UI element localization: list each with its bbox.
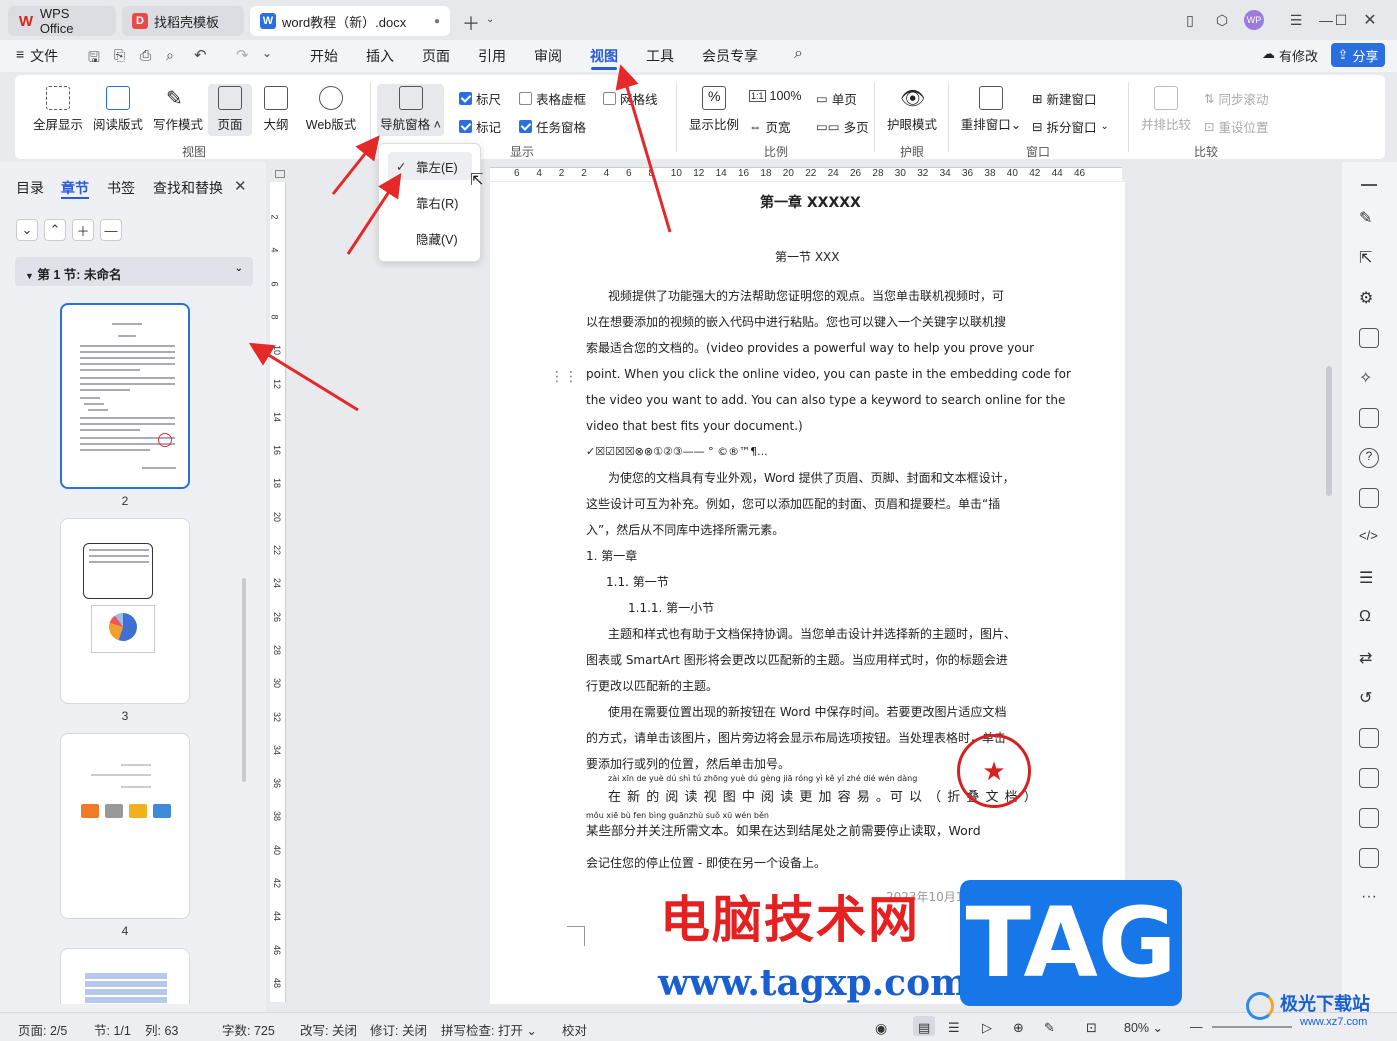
page-view-status-icon[interactable]: ▤	[918, 1020, 930, 1036]
status-column[interactable]: 列: 63	[145, 1020, 178, 1039]
more-icon[interactable]: ···	[1361, 888, 1377, 906]
status-word-count[interactable]: 字数: 725	[222, 1020, 275, 1039]
status-page[interactable]: 页面: 2/5	[18, 1020, 67, 1039]
status-spellcheck[interactable]: 拼写检查: 打开 ⌄	[441, 1020, 537, 1039]
status-overwrite[interactable]: 改写: 关闭	[300, 1020, 357, 1039]
outline-status-icon[interactable]: ☰	[948, 1020, 960, 1036]
list-icon[interactable]: ☰	[1359, 568, 1379, 588]
arrow-to-view-menu	[615, 64, 672, 233]
document-scrollbar[interactable]	[1326, 366, 1332, 496]
status-bar	[0, 1012, 1397, 1041]
history-icon[interactable]: ↺	[1359, 688, 1379, 708]
format-icon[interactable]	[1359, 328, 1379, 348]
watermark-text: 电脑技术网	[660, 891, 920, 949]
excel-icon[interactable]	[1359, 768, 1379, 788]
pen-status-icon[interactable]: ✎	[1044, 1020, 1055, 1036]
watermark-url: www.tagxp.com	[658, 962, 969, 1004]
folder-icon[interactable]	[1359, 728, 1379, 748]
arrow-to-nav-pane	[331, 135, 380, 195]
arrow-to-dock-left	[346, 172, 402, 255]
document-search-icon[interactable]	[1359, 848, 1379, 868]
watermark-tag-logo: TAG	[960, 880, 1182, 1006]
magic-icon[interactable]: ✧	[1359, 368, 1379, 388]
map-icon[interactable]	[1359, 408, 1379, 428]
arrow-to-thumbnail	[248, 342, 359, 412]
corner-watermark-text: 极光下载站	[1280, 994, 1370, 1014]
corner-watermark-url: www.xz7.com	[1300, 1016, 1368, 1028]
status-proof[interactable]: 校对	[562, 1020, 587, 1039]
adjust-icon[interactable]: ⚙	[1359, 288, 1379, 308]
zoom-out-icon[interactable]: —	[1190, 1020, 1203, 1034]
eye-protect-icon[interactable]: ◉	[875, 1020, 887, 1037]
help-icon[interactable]: ?	[1359, 448, 1379, 468]
lock-icon[interactable]	[1359, 488, 1379, 508]
fit-icon[interactable]: ⊡	[1086, 1020, 1097, 1036]
select-cursor-icon[interactable]: ⇱	[1359, 248, 1379, 268]
zoom-slider[interactable]	[1212, 1026, 1292, 1028]
collapse-sidebar-icon[interactable]	[1361, 184, 1377, 186]
code-icon[interactable]: </>	[1359, 528, 1379, 548]
corner-logo-icon	[1246, 992, 1274, 1020]
zoom-level[interactable]: 80% ⌄	[1124, 1020, 1163, 1035]
web-status-icon[interactable]: ⊕	[1013, 1020, 1024, 1036]
status-track-changes[interactable]: 修订: 关闭	[370, 1020, 427, 1039]
edit-pen-icon[interactable]: ✎	[1359, 208, 1379, 228]
omega-icon[interactable]: Ω	[1359, 608, 1379, 628]
play-icon[interactable]: ▷	[982, 1020, 992, 1036]
status-section[interactable]: 节: 1/1	[94, 1020, 131, 1039]
document-icon[interactable]	[1359, 808, 1379, 828]
translate-icon[interactable]: ⇄	[1359, 648, 1379, 668]
